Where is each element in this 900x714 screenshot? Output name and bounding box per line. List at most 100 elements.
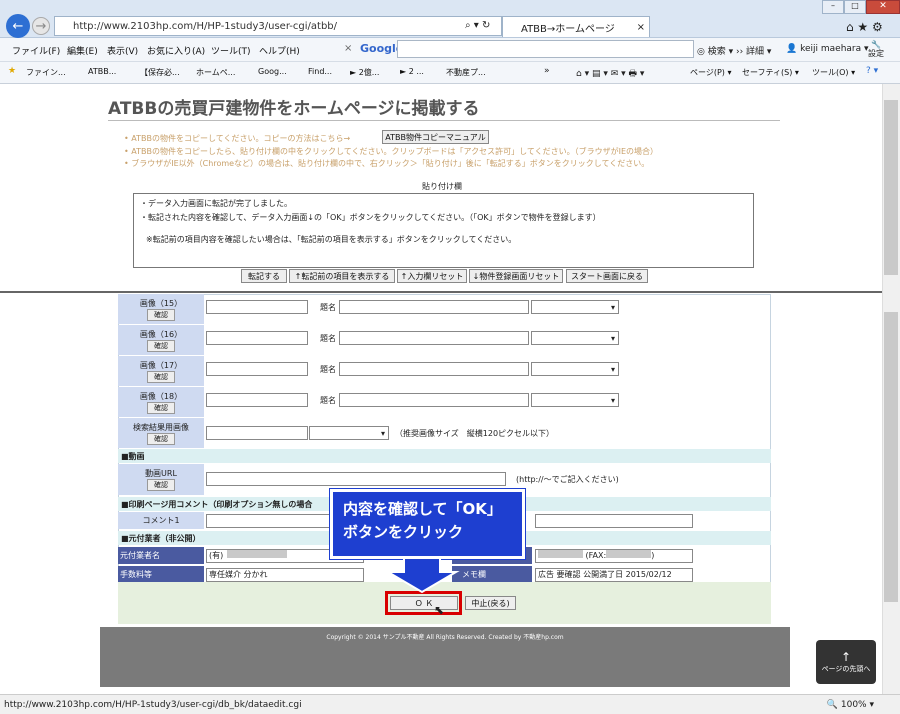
favorite-item[interactable]: Goog... <box>258 67 287 76</box>
page-footer: Copyright © 2014 サンプル不動産 All Rights Rese… <box>100 627 790 687</box>
confirm-button[interactable]: 確認 <box>147 339 175 352</box>
reset-form-button[interactable]: ↓物件登録画面リセット <box>469 269 563 283</box>
callout-line-2: ボタンをクリック <box>343 523 464 541</box>
video-url-label-cell: 動画URL 確認 <box>118 464 204 495</box>
ok-button[interactable]: Ｏ Ｋ <box>390 596 458 610</box>
favorite-item[interactable]: ► 2 ... <box>400 67 424 76</box>
search-icon[interactable]: ⌕ ▾ ↻ <box>465 20 490 31</box>
image-type-select[interactable]: ▾ <box>531 331 619 345</box>
memo-input[interactable]: 広告 要確認 公開満了日 2015/02/12 <box>535 568 693 582</box>
video-section: ■動画 <box>118 449 771 463</box>
video-url-input[interactable] <box>206 472 506 486</box>
agent-tel-input[interactable]: (FAX:) <box>535 549 693 563</box>
star-icon[interactable]: ★ <box>8 66 16 76</box>
favorite-item[interactable]: Find... <box>308 67 332 76</box>
cancel-button[interactable]: 中止(戻る) <box>465 596 516 610</box>
back-to-top-button[interactable]: ↑ ページの先頭へ <box>816 640 876 684</box>
show-before-button[interactable]: ↑転記前の項目を表示する <box>289 269 395 283</box>
home-icon[interactable]: ⌂ ▾ ▤ ▾ ✉ ▾ 🖶 ▾ <box>576 66 644 82</box>
confirm-button[interactable]: 確認 <box>147 432 175 445</box>
close-icon[interactable]: × <box>344 43 352 54</box>
search-image-input[interactable] <box>206 426 308 440</box>
menu-help[interactable]: ヘルプ(H) <box>259 44 300 57</box>
settings-label: 設定 <box>868 49 884 58</box>
tools-menu[interactable]: ツール(O) ▾ <box>812 67 855 78</box>
caption-input[interactable] <box>339 393 529 407</box>
forward-button[interactable]: → <box>32 17 50 35</box>
frame-divider <box>0 291 882 293</box>
comment2-input[interactable] <box>535 514 693 528</box>
image-type-select[interactable]: ▾ <box>531 393 619 407</box>
paste-label: 貼り付け欄 <box>422 182 462 191</box>
search-image-select[interactable]: ▾ <box>309 426 389 440</box>
help-icon[interactable]: ? ▾ <box>866 66 878 76</box>
close-window-icon[interactable]: ✕ <box>866 0 900 14</box>
scrollbar-thumb-top[interactable] <box>884 100 898 275</box>
fee-input[interactable]: 専任媒介 分かれ <box>206 568 364 582</box>
paste-area[interactable]: ・データ入力画面に転記が完了しました。 ・転記された内容を確認して、データ入力画… <box>133 193 754 268</box>
reset-input-button[interactable]: ↑入力欄リセット <box>397 269 467 283</box>
image-type-select[interactable]: ▾ <box>531 300 619 314</box>
settings-button[interactable]: 🔧 設定 <box>868 40 884 58</box>
window-controls[interactable]: – □ ✕ <box>822 0 900 14</box>
image-label: 画像（16） <box>139 329 183 339</box>
minimize-icon[interactable]: – <box>822 0 844 14</box>
title-underline <box>108 120 780 121</box>
video-hint: (http://～でご記入ください) <box>516 475 619 484</box>
caption-label: 題名 <box>320 334 336 343</box>
caption-label: 題名 <box>320 396 336 405</box>
chevron-right-icon[interactable]: » <box>544 66 550 76</box>
details-label: 詳細 <box>746 47 765 57</box>
menu-favorites[interactable]: お気に入り(A) <box>147 44 205 57</box>
image-file-input[interactable] <box>206 393 308 407</box>
menu-edit[interactable]: 編集(E) <box>67 44 98 57</box>
page-menu[interactable]: ページ(P) ▾ <box>690 67 731 78</box>
manual-button[interactable]: ATBB物件コピーマニュアル <box>382 130 489 144</box>
maximize-icon[interactable]: □ <box>844 0 866 14</box>
callout-line-1: 内容を確認して「OK」 <box>343 500 502 518</box>
confirm-button[interactable]: 確認 <box>147 401 175 414</box>
caption-input[interactable] <box>339 331 529 345</box>
home-icon[interactable]: ⌂ ★ ⚙ <box>846 20 883 34</box>
search-button[interactable]: ◎ 検索 ▾ ›› 詳細 ▾ <box>697 44 771 57</box>
image-type-select[interactable]: ▾ <box>531 362 619 376</box>
mouse-cursor-icon: ⬉ <box>434 603 445 617</box>
favorite-item[interactable]: ATBB... <box>88 67 116 76</box>
comment1-label: コメント1 <box>142 516 180 525</box>
favorite-item[interactable]: ホームペ... <box>196 67 235 78</box>
transfer-button[interactable]: 転記する <box>241 269 287 283</box>
image-label: 画像（18） <box>139 391 183 401</box>
fee-label: 手数料等 <box>118 566 204 583</box>
comment1-input[interactable] <box>206 514 336 528</box>
scrollbar-thumb-bottom[interactable] <box>884 312 898 602</box>
safety-menu[interactable]: セーフティ(S) ▾ <box>742 67 799 78</box>
zoom-control[interactable]: 🔍 100% ▾ <box>827 700 874 710</box>
image-file-input[interactable] <box>206 362 308 376</box>
address-bar[interactable]: http://www.2103hp.com/H/HP-1study3/user-… <box>54 16 502 36</box>
confirm-button[interactable]: 確認 <box>147 370 175 383</box>
favorite-item[interactable]: 不動産プ... <box>446 67 486 78</box>
image-file-input[interactable] <box>206 300 308 314</box>
close-icon[interactable]: × <box>637 22 645 33</box>
user-account[interactable]: 👤 keiji maehara ▾ <box>786 44 869 54</box>
favorite-item[interactable]: 【保存必... <box>140 67 180 78</box>
browser-tab[interactable]: ATBB→ホームページ × <box>502 16 650 37</box>
callout-arrow <box>388 558 460 594</box>
confirm-button[interactable]: 確認 <box>147 479 175 491</box>
google-search-input[interactable] <box>397 40 694 58</box>
paste-line: ※転記前の項目内容を確認したい場合は、「転記前の項目を表示する」ボタンをクリック… <box>146 235 517 244</box>
callout-annotation: 内容を確認して「OK」 ボタンをクリック <box>329 488 526 560</box>
menu-tools[interactable]: ツール(T) <box>211 44 251 57</box>
back-button[interactable]: ← <box>6 14 30 38</box>
start-screen-button[interactable]: スタート画面に戻る <box>566 269 648 283</box>
favorite-item[interactable]: ► 2億... <box>350 67 379 78</box>
image-file-input[interactable] <box>206 331 308 345</box>
menu-file[interactable]: ファイル(F) <box>12 44 60 57</box>
favorite-item[interactable]: ファイン... <box>26 67 66 78</box>
menu-view[interactable]: 表示(V) <box>107 44 138 57</box>
tab-title: ATBB→ホームページ <box>521 23 615 35</box>
caption-input[interactable] <box>339 300 529 314</box>
caption-label: 題名 <box>320 365 336 374</box>
confirm-button[interactable]: 確認 <box>147 308 175 321</box>
caption-input[interactable] <box>339 362 529 376</box>
